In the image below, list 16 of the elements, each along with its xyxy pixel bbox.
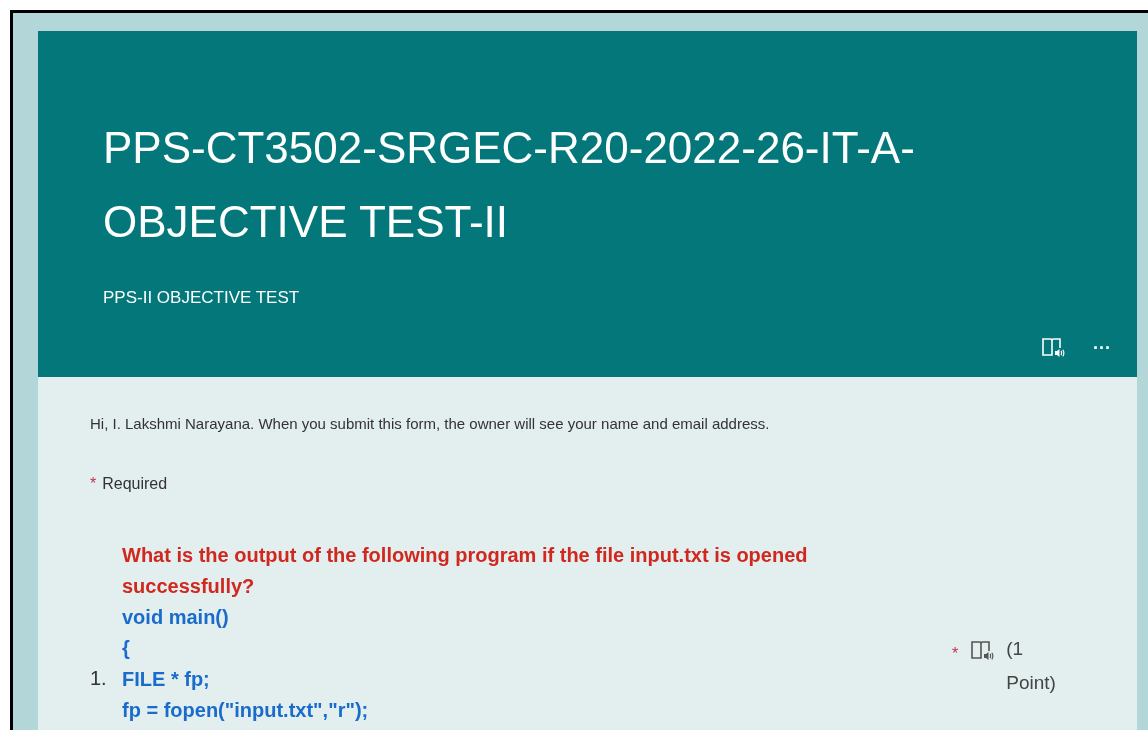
required-asterisk: * xyxy=(952,643,959,664)
question-prompt: What is the output of the following program if the file input.txt is opened successfully? xyxy=(122,542,809,599)
code-line: FILE * fp; xyxy=(122,666,211,692)
code-line: { xyxy=(122,635,131,661)
required-asterisk: * xyxy=(90,473,97,494)
code-line: fp = fopen("input.txt","r"); xyxy=(122,697,370,723)
notice-text: Hi, I. Lakshmi Narayana. When you submit this form, the owner will see your name and email address. xyxy=(90,414,771,434)
immersive-reader-icon[interactable] xyxy=(970,639,995,662)
required-label: Required xyxy=(102,473,168,494)
form-subtitle: PPS-II OBJECTIVE TEST xyxy=(103,287,301,309)
question-number: 1. xyxy=(90,665,108,691)
form-title: PPS-CT3502-SRGEC-R20-2022-26-IT-A-OBJECTIVE TEST-II xyxy=(103,122,916,248)
more-options-button[interactable]: ··· xyxy=(1089,339,1115,357)
code-line: void main() xyxy=(122,604,230,630)
immersive-reader-icon[interactable] xyxy=(1041,337,1065,359)
points-label: (1 Point) xyxy=(1006,636,1057,695)
